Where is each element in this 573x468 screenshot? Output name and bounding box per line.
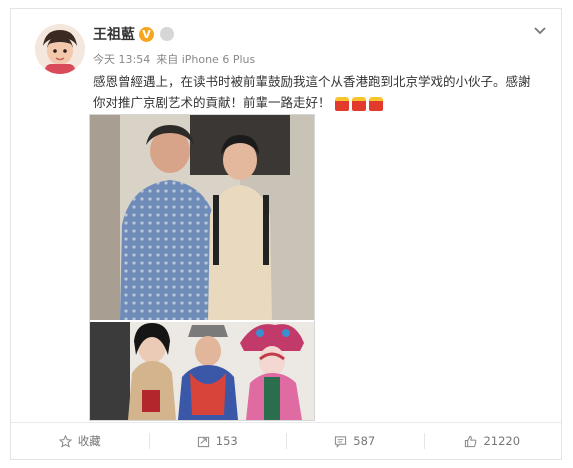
member-icon <box>160 27 174 41</box>
repost-icon <box>197 436 209 447</box>
post-text-line-2: 你对推广京剧艺术的貢献！前輩一路走好！ <box>93 92 548 113</box>
avatar[interactable] <box>35 24 85 74</box>
action-bar: 收藏 153 587 21220 <box>11 422 561 459</box>
post-photo[interactable] <box>89 114 315 421</box>
post-text-line-2-text: 你对推广京剧艺术的貢献！前輩一路走好！ <box>93 95 331 110</box>
post-time[interactable]: 今天 13:54 <box>93 51 150 67</box>
username-text[interactable]: 王祖藍 <box>93 24 135 44</box>
verified-icon: V <box>139 26 154 42</box>
weibo-post-card: 王祖藍 V 今天 13:54 来自 iPhone 6 Plus 感恩曾經遇上，在… <box>10 8 562 460</box>
repost-count: 153 <box>215 434 238 448</box>
post-text-line-1: 感恩曾經遇上，在读书时被前輩鼓励我這个从香港跑到北京学戏的小伙子。感謝 <box>93 74 531 89</box>
like-button[interactable]: 21220 <box>423 423 562 459</box>
repost-button[interactable]: 153 <box>148 423 287 459</box>
post-text: 感恩曾經遇上，在读书时被前輩鼓励我這个从香港跑到北京学戏的小伙子。感謝 你对推广… <box>93 71 548 113</box>
chevron-down-icon[interactable] <box>533 23 547 37</box>
star-icon <box>58 434 72 448</box>
comment-button[interactable]: 587 <box>286 423 424 459</box>
comment-count: 587 <box>353 434 376 448</box>
favorite-label: 收藏 <box>77 434 101 448</box>
post-source[interactable]: 来自 iPhone 6 Plus <box>156 51 255 67</box>
comment-icon <box>335 435 347 448</box>
thumbs-up-icon <box>465 435 477 447</box>
candle-icon <box>351 96 366 111</box>
favorite-button[interactable]: 收藏 <box>11 423 149 459</box>
candle-icon <box>368 96 383 111</box>
post-meta: 今天 13:54 来自 iPhone 6 Plus <box>93 51 255 67</box>
username[interactable]: 王祖藍 V <box>93 24 174 44</box>
emoji-row <box>334 96 383 111</box>
candle-icon <box>334 96 349 111</box>
like-count: 21220 <box>483 434 521 448</box>
